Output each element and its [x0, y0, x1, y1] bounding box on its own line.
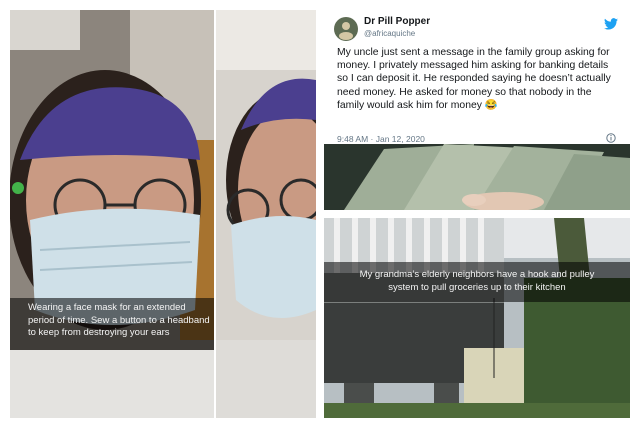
tweet-author-handle: @africaquiche	[364, 29, 416, 38]
info-icon[interactable]	[606, 133, 616, 143]
tweet-card: Dr Pill Popper @africaquiche My uncle ju…	[324, 10, 630, 144]
money-photo	[324, 144, 630, 210]
mask-caption-line: Wearing a face mask for an extended	[28, 302, 186, 313]
avatar	[334, 17, 358, 41]
pulley-photo	[324, 218, 630, 418]
twitter-bird-icon	[604, 18, 618, 30]
money-illustration	[324, 144, 630, 210]
tweet-text: My uncle just sent a message in the fami…	[337, 47, 611, 111]
pulley-caption: My grandma’s elderly neighbors have a ho…	[324, 262, 630, 302]
pulley-caption-line: system to pull groceries up to their kit…	[388, 282, 566, 293]
tweet-author-name: Dr Pill Popper	[364, 16, 431, 27]
mask-selfie-illustration-2	[216, 10, 316, 418]
mask-caption-line: to keep from destroying your ears	[28, 327, 170, 338]
pulley-illustration	[324, 218, 630, 418]
mask-selfie-photo	[10, 10, 214, 418]
mask-caption: Wearing a face mask for an extended peri…	[10, 298, 214, 350]
pulley-caption-line: My grandma’s elderly neighbors have a ho…	[359, 269, 595, 280]
mask-selfie-illustration	[10, 10, 214, 418]
mask-selfie-photo-2	[216, 10, 316, 418]
tweet-timestamp: 9:48 AM · Jan 12, 2020	[337, 134, 425, 144]
mask-caption-line: period of time. Sew a button to a headba…	[28, 314, 210, 326]
